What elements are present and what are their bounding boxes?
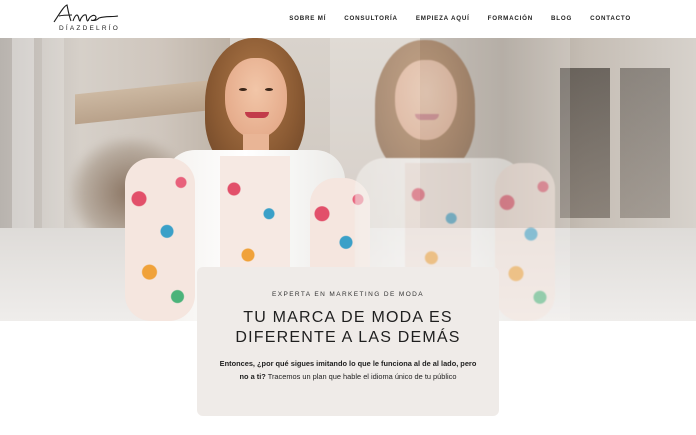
hero-body: Entonces, ¿por qué sigues imitando lo qu… (217, 357, 479, 383)
building-pillar (42, 38, 64, 238)
face (225, 58, 287, 138)
eye (265, 88, 273, 91)
nav-item-consultoria[interactable]: CONSULTORÍA (344, 15, 398, 22)
nav-item-formacion[interactable]: FORMACIÓN (488, 15, 533, 22)
main-nav: SOBRE MÍ CONSULTORÍA EMPIEZA AQUÍ FORMAC… (271, 15, 631, 22)
brand-logo[interactable]: DÍAZDELRÍO (50, 3, 122, 35)
smile (415, 114, 439, 120)
shop-window (620, 68, 670, 218)
hero-eyebrow: EXPERTA EN MARKETING DE MODA (271, 291, 424, 298)
eye (239, 88, 247, 91)
nav-item-contacto[interactable]: CONTACTO (590, 15, 631, 22)
floral-sleeve (125, 158, 195, 321)
headline-line-2: DIFERENTE A LAS DEMÁS (235, 329, 461, 346)
site-header: DÍAZDELRÍO SOBRE MÍ CONSULTORÍA EMPIEZA … (0, 0, 696, 38)
hero-headline: TU MARCA DE MODA ES DIFERENTE A LAS DEMÁ… (197, 308, 499, 348)
smile (245, 112, 269, 118)
logo-signature-icon (53, 4, 119, 23)
headline-line-1: TU MARCA DE MODA ES (243, 309, 453, 326)
nav-item-empieza-aqui[interactable]: EMPIEZA AQUÍ (416, 15, 470, 22)
building-pillar (12, 38, 34, 238)
hero-card: EXPERTA EN MARKETING DE MODA TU MARCA DE… (197, 267, 499, 416)
face (395, 60, 457, 140)
nav-item-sobre-mi[interactable]: SOBRE MÍ (289, 15, 326, 22)
hero-body-regular: Tracemos un plan que hable el idioma úni… (267, 372, 457, 381)
logo-subtitle: DÍAZDELRÍO (59, 25, 121, 32)
floral-sleeve (495, 163, 555, 321)
nav-item-blog[interactable]: BLOG (551, 15, 572, 22)
